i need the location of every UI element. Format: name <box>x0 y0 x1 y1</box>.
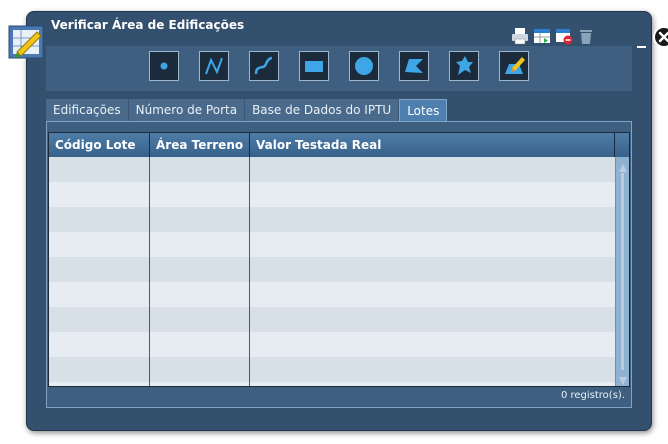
empty-row <box>49 382 615 386</box>
circle-tool-icon[interactable] <box>349 51 379 81</box>
column-header-valor-testada-real[interactable]: Valor Testada Real <box>250 133 615 157</box>
freehand-shape-tool-icon[interactable] <box>449 51 479 81</box>
tab-lotes[interactable]: Lotes <box>399 99 448 122</box>
polygon-tool-icon[interactable] <box>399 51 429 81</box>
close-icon[interactable] <box>653 26 668 48</box>
vertical-scrollbar[interactable] <box>615 157 629 386</box>
tab-panel: Código Lote Área Terreno Valor Testada R… <box>46 121 632 408</box>
window-toolbar <box>511 26 595 46</box>
empty-row <box>49 357 615 382</box>
tab-numero-de-porta[interactable]: Número de Porta <box>128 99 246 121</box>
data-grid: Código Lote Área Terreno Valor Testada R… <box>48 132 630 387</box>
empty-row <box>49 257 615 282</box>
curve-tool-icon[interactable] <box>249 51 279 81</box>
empty-row <box>49 307 615 332</box>
column-header-codigo-lote[interactable]: Código Lote <box>49 133 150 157</box>
column-header-spacer <box>615 133 629 157</box>
export-table-icon[interactable] <box>533 26 551 46</box>
empty-row <box>49 232 615 257</box>
clear-selection-icon[interactable] <box>555 26 573 46</box>
column-divider <box>249 157 250 386</box>
print-icon[interactable] <box>511 26 529 46</box>
grid-header: Código Lote Área Terreno Valor Testada R… <box>49 133 629 158</box>
edit-tool-icon[interactable] <box>499 51 529 81</box>
empty-row <box>49 207 615 232</box>
tab-bar: Edificações Número de Porta Base de Dado… <box>46 99 448 122</box>
column-divider <box>149 157 150 386</box>
scroll-up-arrow-icon[interactable] <box>618 159 628 172</box>
record-count: 0 registro(s). <box>560 390 625 401</box>
scroll-down-arrow-icon[interactable] <box>618 372 628 385</box>
empty-row <box>49 182 615 207</box>
line-tool-icon[interactable] <box>199 51 229 81</box>
minimize-icon[interactable] <box>637 35 647 48</box>
tab-edificacoes[interactable]: Edificações <box>46 99 129 121</box>
empty-row <box>49 157 615 182</box>
empty-row <box>49 332 615 357</box>
scroll-track[interactable] <box>621 173 624 370</box>
rectangle-tool-icon[interactable] <box>299 51 329 81</box>
trash-icon[interactable] <box>577 26 595 46</box>
window-title: Verificar Área de Edificações <box>51 18 245 32</box>
tab-base-de-dados-iptu[interactable]: Base de Dados do IPTU <box>245 99 400 121</box>
point-tool-icon[interactable] <box>149 51 179 81</box>
app-icon <box>7 22 47 62</box>
column-header-area-terreno[interactable]: Área Terreno <box>150 133 250 157</box>
drawing-toolbar <box>46 46 632 91</box>
empty-row <box>49 282 615 307</box>
